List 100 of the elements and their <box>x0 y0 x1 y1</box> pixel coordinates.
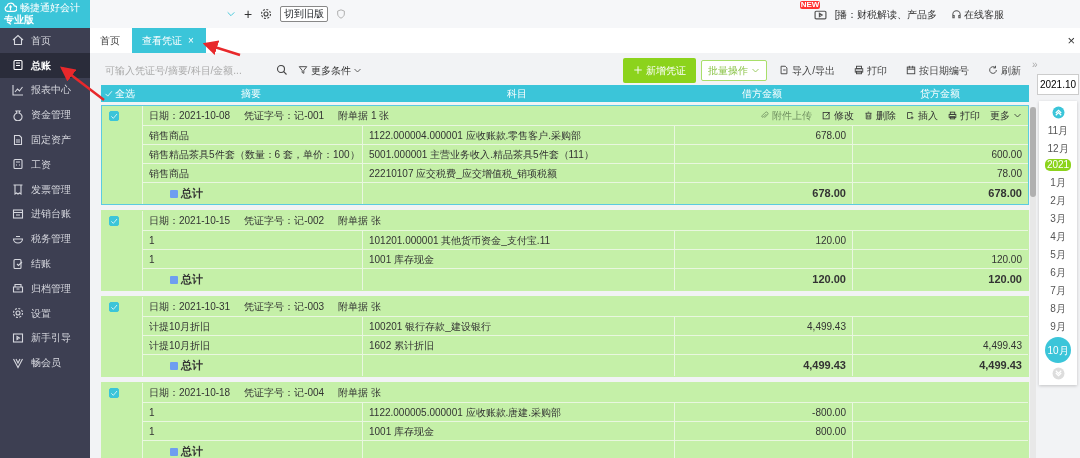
support-link[interactable]: 在线客服 <box>950 6 1004 22</box>
table-cell: 1001 库存现金 <box>362 421 674 440</box>
checkbox[interactable] <box>109 216 119 226</box>
table-cell: 销售商品 <box>142 163 362 182</box>
action-link[interactable]: 更多 <box>990 108 1022 123</box>
print-icon <box>854 65 864 75</box>
cloud-logo-icon <box>4 1 17 14</box>
total-label: 总计 <box>170 271 203 288</box>
attachment-count: 附单据 张 <box>338 386 381 400</box>
checkbox[interactable] <box>109 388 119 398</box>
voucher-card[interactable]: 日期：2021-10-31 凭证字号：记-003 附单据 张 计提10月折旧 100201 银行存款_建设银行 4,499.43 计提10月折旧 1602 累计折旧 4,499.43 总计 4,499.43 4,499.43 <box>101 296 1029 377</box>
scroll-down-icon[interactable] <box>1051 367 1065 380</box>
sidebar-item[interactable]: 结账 <box>0 251 90 276</box>
table-cell: 4,499.43 <box>674 316 852 335</box>
check-icon <box>103 89 113 98</box>
voucher-date: 日期：2021-10-31 <box>149 300 231 314</box>
month-item[interactable]: 12月 <box>1047 141 1069 155</box>
more-filters-button[interactable]: 更多条件 <box>298 62 362 78</box>
scroll-up-icon[interactable] <box>1051 106 1065 119</box>
action-link[interactable]: 插入 <box>906 108 938 123</box>
sidebar-item[interactable]: 进销台账 <box>0 201 90 227</box>
voucher-date: 日期：2021-10-15 <box>149 214 231 228</box>
attachment-count: 附单据 张 <box>338 300 381 314</box>
month-item[interactable]: 2月 <box>1050 193 1066 207</box>
table-cell: 计提10月折旧 <box>142 335 362 354</box>
broadcast-text[interactable]: [播：财税解读、产品多 <box>834 6 938 22</box>
home-icon <box>12 34 24 47</box>
add-button[interactable]: + <box>244 3 253 25</box>
calculator-icon <box>12 158 24 171</box>
action-link[interactable]: 修改 <box>822 108 854 123</box>
sidebar-item[interactable]: 首页 <box>0 28 90 53</box>
month-item[interactable]: 11月 <box>1047 123 1069 137</box>
table-cell: 78.00 <box>852 163 1028 182</box>
chart-icon <box>12 84 24 96</box>
close-icon[interactable]: × <box>1062 28 1080 53</box>
check-icon <box>110 112 118 120</box>
scrollbar[interactable] <box>1030 107 1036 458</box>
checkbox[interactable] <box>109 111 119 121</box>
sidebar-item[interactable]: 税务管理 <box>0 226 90 252</box>
sidebar-item[interactable]: 报表中心 <box>0 77 90 103</box>
voucher-number: 凭证字号：记-003 <box>244 300 325 314</box>
action-link[interactable]: 删除 <box>864 108 896 123</box>
month-item[interactable]: 3月 <box>1050 211 1066 225</box>
check-icon <box>110 217 118 225</box>
checkout-icon <box>12 257 24 270</box>
tab[interactable]: 首页 <box>90 28 132 53</box>
checkbox[interactable] <box>109 302 119 312</box>
month-item[interactable]: 8月 <box>1050 301 1066 315</box>
table-cell: 4,499.43 <box>852 335 1028 354</box>
month-item[interactable]: 1月 <box>1050 175 1066 189</box>
month-item[interactable]: 9月 <box>1050 319 1066 333</box>
table-cell: 计提10月折旧 <box>142 316 362 335</box>
table-cell: 1001 库存现金 <box>362 249 674 268</box>
sidebar-item[interactable]: 设置 <box>0 300 90 326</box>
period-field[interactable]: 2021.10 <box>1037 74 1079 95</box>
headset-icon <box>950 8 962 20</box>
toolbar-button[interactable]: 刷新 <box>981 59 1028 81</box>
total-label: 总计 <box>170 443 203 458</box>
month-item[interactable]: 5月 <box>1050 247 1066 261</box>
sidebar-item[interactable]: 总账 <box>0 52 90 78</box>
table-cell: 1 <box>142 421 362 440</box>
month-item[interactable]: 6月 <box>1050 265 1066 279</box>
voucher-card[interactable] <box>101 105 1029 205</box>
toolbar-button[interactable]: 打印 <box>847 59 894 81</box>
sidebar-item[interactable]: 畅会员 <box>0 350 90 376</box>
trash-icon <box>864 111 873 120</box>
sidebar-item[interactable]: 固定资产 <box>0 127 90 152</box>
table-cell: 1 <box>142 249 362 268</box>
search-icon[interactable] <box>276 64 288 76</box>
sidebar-item[interactable]: 工资 <box>0 152 90 177</box>
toolbar-button[interactable]: 按日期编号 <box>899 59 976 81</box>
sidebar-item[interactable]: 新手引导 <box>0 325 90 351</box>
receipt-icon <box>12 183 24 196</box>
caret-icon[interactable] <box>226 9 236 19</box>
switch-version-button[interactable]: 切到旧版 <box>280 6 329 22</box>
table-cell: 120.00 <box>674 230 852 249</box>
check-icon <box>110 389 118 397</box>
settings-icon <box>12 307 24 320</box>
table-cell: 22210107 应交税费_应交增值税_销项税额 <box>362 163 674 182</box>
table-cell: 1 <box>142 402 362 421</box>
month-item[interactable]: 4月 <box>1050 229 1066 243</box>
check-icon <box>110 303 118 311</box>
total-icon <box>170 189 178 198</box>
refresh-icon <box>988 65 998 75</box>
settings-icon[interactable] <box>260 8 273 20</box>
sidebar-item[interactable]: 归档管理 <box>0 275 90 301</box>
search-field[interactable]: 可输入凭证号/摘要/科目/金额... <box>101 62 266 78</box>
voucher-number: 凭证字号：记-001 <box>244 109 325 123</box>
total-icon <box>170 361 178 370</box>
action-link[interactable]: 打印 <box>948 108 980 123</box>
sidebar-item[interactable]: 发票管理 <box>0 176 90 202</box>
shield-icon <box>336 9 347 19</box>
voucher-card[interactable]: 日期：2021-10-18 凭证字号：记-004 附单据 张 1 1122.000005.000001 应收账款.唐建.采购部 -800.00 1 1001 库存现金 800.00 总计 <box>101 382 1029 458</box>
ledger-icon <box>12 59 24 72</box>
voucher-date: 日期：2021-10-08 <box>149 109 231 123</box>
toolbar-button[interactable]: 导入/导出 <box>772 59 842 81</box>
month-item[interactable]: 7月 <box>1050 283 1066 297</box>
voucher-card[interactable]: 日期：2021-10-15 凭证字号：记-002 附单据 张 1 101201.000001 其他货币资金_支付宝.11 120.00 1 1001 库存现金 120.00 总计 120.00 120.00 <box>101 210 1029 291</box>
table-cell: 5001.000001 主营业务收入.精品茶具5件套（111） <box>362 144 674 163</box>
sidebar-item[interactable]: 资金管理 <box>0 102 90 128</box>
